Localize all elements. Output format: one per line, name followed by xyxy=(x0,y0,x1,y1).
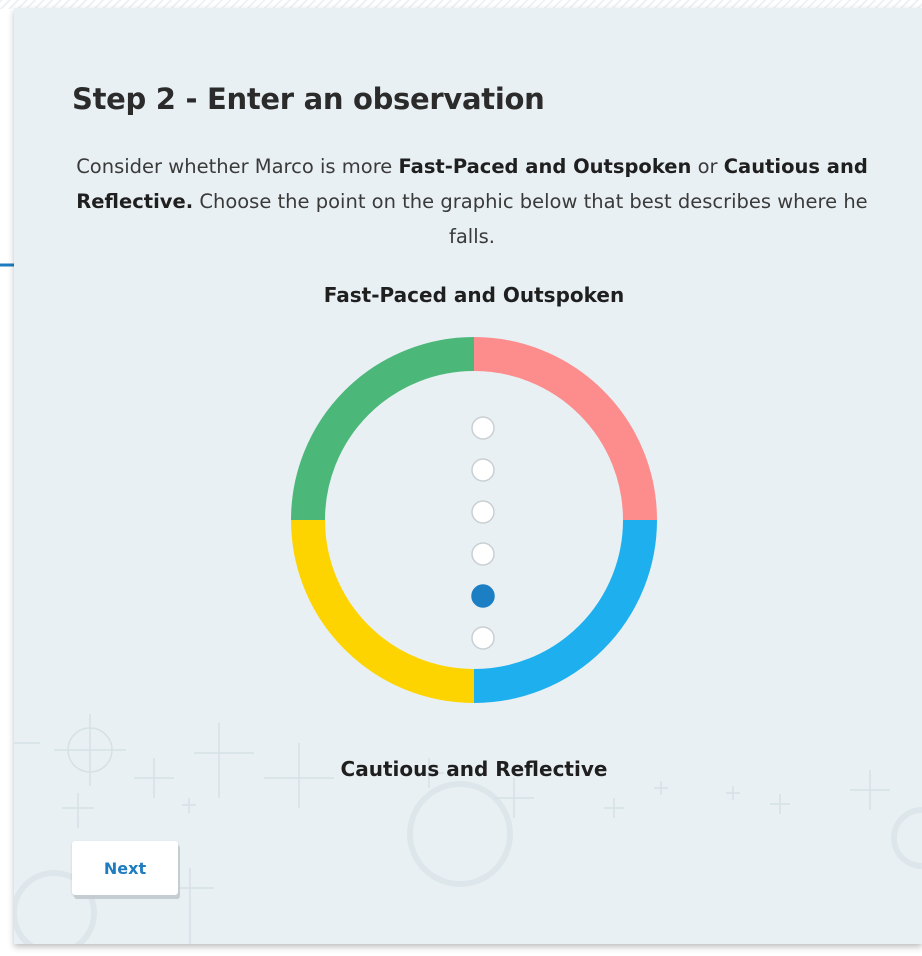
scale-point-4[interactable] xyxy=(471,542,495,566)
instructions-bold-fast-paced: Fast-Paced and Outspoken xyxy=(398,155,692,178)
quadrant-bottom-right xyxy=(473,519,657,703)
scale-bottom-label: Cautious and Reflective xyxy=(340,757,608,781)
next-button[interactable]: Next xyxy=(72,841,178,895)
quadrant-top-right xyxy=(473,337,657,521)
instructions-part-3: Choose the point on the graphic below th… xyxy=(193,190,868,248)
scale-top-label: Fast-Paced and Outspoken xyxy=(323,283,625,307)
scale-point-1[interactable] xyxy=(471,416,495,440)
scale-point-6[interactable] xyxy=(471,626,495,650)
step-title: Step 2 - Enter an observation xyxy=(72,82,545,116)
observation-card: Step 2 - Enter an observation Consider w… xyxy=(14,8,922,944)
instructions-part-1: Consider whether Marco is more xyxy=(76,155,399,178)
scale-point-5-selected[interactable] xyxy=(471,584,495,608)
scale-point-2[interactable] xyxy=(471,458,495,482)
scale-point-3[interactable] xyxy=(471,500,495,524)
scale-radio-group xyxy=(471,416,495,650)
quadrant-bottom-left xyxy=(291,519,475,703)
instructions-text: Consider whether Marco is more Fast-Pace… xyxy=(72,149,872,254)
observation-wheel xyxy=(291,337,657,703)
instructions-part-2: or xyxy=(691,155,724,178)
quadrant-top-left xyxy=(291,337,475,521)
